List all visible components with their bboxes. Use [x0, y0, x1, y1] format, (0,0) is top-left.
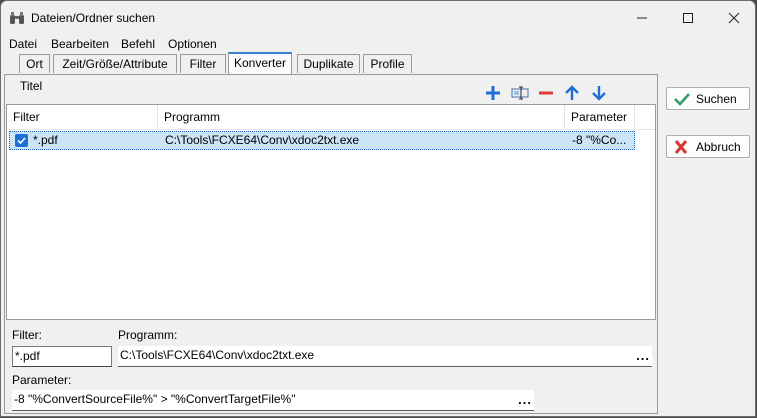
header-divider	[7, 129, 655, 130]
tab-konverter[interactable]: Konverter	[228, 52, 292, 74]
parameter-field[interactable]: -8 "%ConvertSourceFile%" > "%ConvertTarg…	[12, 390, 534, 411]
program-label: Programm:	[118, 328, 178, 342]
checkmark-icon	[17, 137, 26, 145]
menu-datei[interactable]: Datei	[9, 37, 37, 51]
maximize-button[interactable]	[665, 1, 711, 35]
arrow-up-icon[interactable]	[563, 84, 581, 102]
table-row[interactable]: *.pdf C:\Tools\FCXE64\Conv\xdoc2txt.exe …	[9, 131, 635, 150]
tab-filter[interactable]: Filter	[180, 54, 226, 73]
search-button[interactable]: Suchen	[666, 87, 750, 110]
arrow-down-icon[interactable]	[590, 84, 608, 102]
menu-bearbeiten[interactable]: Bearbeiten	[51, 37, 109, 51]
filter-label: Filter:	[12, 328, 42, 342]
converter-panel: Titel Filter Programm Parameter *.pdf C:…	[4, 74, 658, 414]
column-header-parameter[interactable]: Parameter	[565, 105, 635, 129]
close-icon	[728, 12, 740, 24]
menu-bar: Datei Bearbeiten Befehl Optionen	[1, 35, 755, 53]
window-title: Dateien/Ordner suchen	[31, 11, 156, 25]
cancel-button[interactable]: Abbruch	[666, 135, 750, 158]
cancel-x-icon	[674, 140, 688, 154]
filter-input[interactable]: *.pdf	[12, 346, 112, 367]
plus-icon[interactable]	[484, 84, 502, 102]
minimize-icon	[637, 17, 647, 19]
menu-befehl[interactable]: Befehl	[121, 37, 155, 51]
row-checkbox[interactable]	[15, 134, 28, 147]
column-header-filter[interactable]: Filter	[7, 105, 158, 129]
parameter-label: Parameter:	[12, 373, 72, 387]
checkmark-icon	[674, 93, 690, 106]
row-program-cell: C:\Tools\FCXE64\Conv\xdoc2txt.exe	[165, 133, 360, 147]
minus-icon[interactable]	[537, 84, 555, 102]
program-browse-button[interactable]: ...	[636, 346, 650, 365]
parameter-browse-button[interactable]: ...	[518, 390, 532, 409]
search-button-label: Suchen	[696, 92, 737, 106]
converter-list[interactable]: Filter Programm Parameter *.pdf C:\Tools…	[6, 104, 656, 320]
maximize-icon	[683, 13, 693, 23]
edit-field-icon[interactable]	[511, 84, 529, 102]
close-button[interactable]	[711, 1, 755, 35]
program-value: C:\Tools\FCXE64\Conv\xdoc2txt.exe	[120, 348, 315, 362]
parameter-value: -8 "%ConvertSourceFile%" > "%ConvertTarg…	[14, 392, 296, 406]
title-bar[interactable]: Dateien/Ordner suchen	[1, 1, 755, 35]
search-dialog-window: Dateien/Ordner suchen Datei Bearbeiten B…	[0, 0, 756, 417]
cancel-button-label: Abbruch	[696, 140, 741, 154]
tab-profile[interactable]: Profile	[363, 54, 412, 73]
tab-zeit-groesse-attribute[interactable]: Zeit/Größe/Attribute	[53, 54, 177, 73]
minimize-button[interactable]	[619, 1, 665, 35]
panel-title: Titel	[20, 79, 43, 93]
menu-optionen[interactable]: Optionen	[168, 37, 217, 51]
program-field[interactable]: C:\Tools\FCXE64\Conv\xdoc2txt.exe ...	[118, 346, 652, 367]
binoculars-icon	[10, 12, 24, 24]
column-header-programm[interactable]: Programm	[158, 105, 565, 129]
row-parameter-cell: -8 "%Co...	[572, 133, 627, 147]
tab-duplikate[interactable]: Duplikate	[297, 54, 360, 73]
row-filter-cell: *.pdf	[33, 133, 58, 147]
tab-ort[interactable]: Ort	[19, 54, 50, 73]
